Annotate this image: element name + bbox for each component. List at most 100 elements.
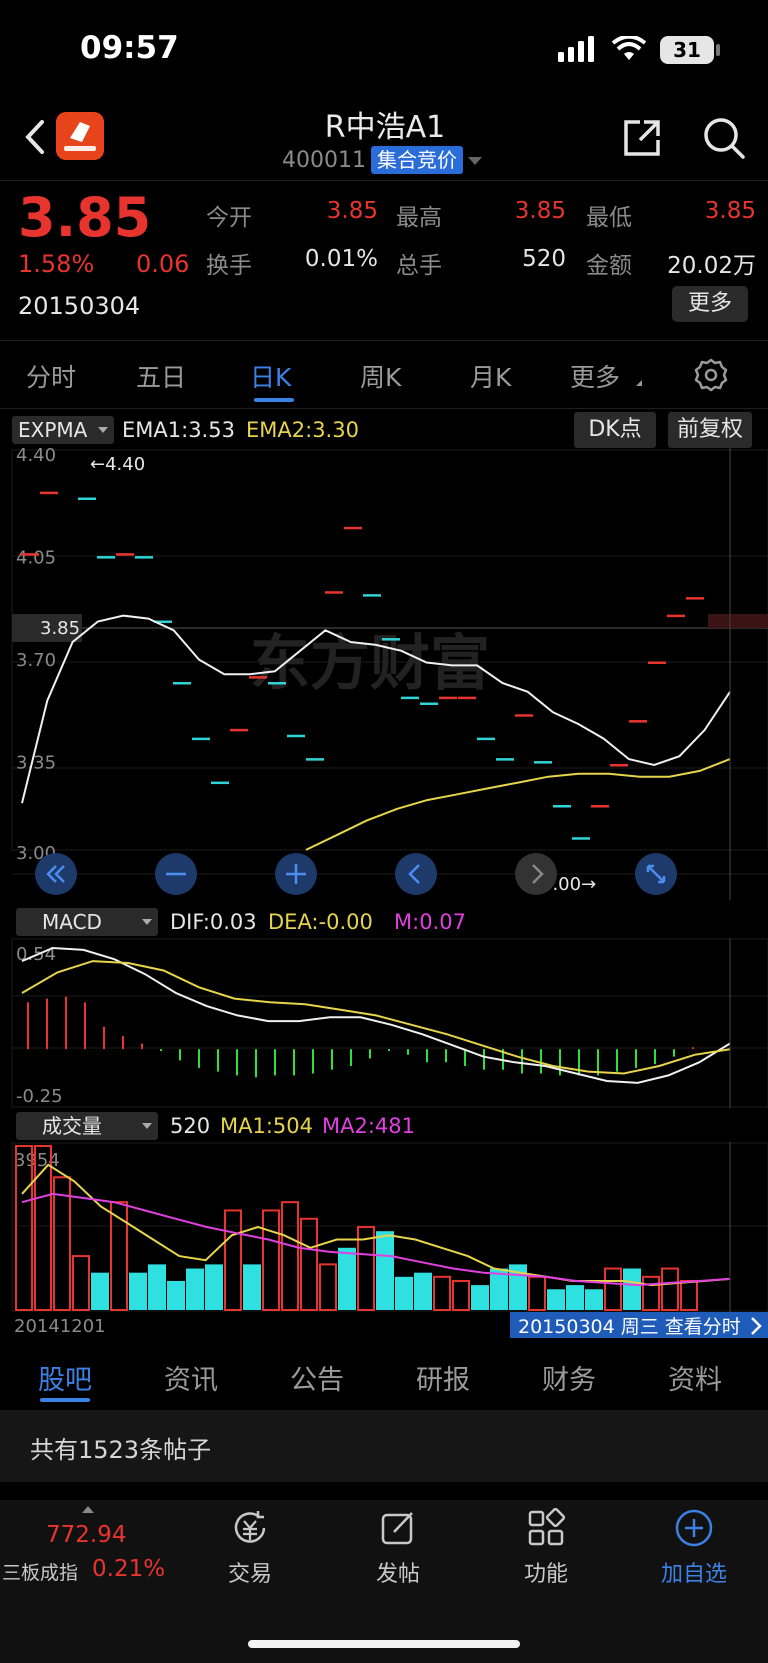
bottom-tab-underline (40, 1398, 90, 1402)
kline-candle (230, 728, 248, 732)
kline-candle (534, 761, 552, 764)
kline-candle (306, 758, 324, 761)
index-value[interactable]: 772.94 (46, 1522, 126, 1548)
quote-divider (0, 340, 768, 341)
tab-research[interactable]: 研报 (416, 1358, 470, 1397)
kline-candle (667, 614, 685, 618)
volume-start-date: 20141201 (14, 1316, 106, 1337)
fast-back-button[interactable] (34, 852, 78, 896)
zoom-in-button[interactable] (274, 852, 318, 896)
compose-icon[interactable] (378, 1508, 418, 1548)
tab-news[interactable]: 资讯 (164, 1358, 218, 1397)
next-button[interactable] (514, 852, 558, 896)
tab-monthly-k[interactable]: 月K (470, 358, 511, 394)
kline-y-label: 3.35 (16, 753, 56, 774)
kline-candle (135, 556, 153, 559)
volume-bar (243, 1264, 261, 1310)
volume-bar (72, 1255, 90, 1311)
expma-selector-caret-icon (98, 427, 108, 433)
quote-label-turnover: 换手 (206, 253, 252, 279)
kline-chart[interactable]: 东方财富 4.404.053.703.353.00 3.85 ←4.40 3.0… (0, 448, 768, 900)
kline-candle (344, 526, 362, 530)
index-up-arrow-icon (82, 1506, 94, 1513)
battery-tip (716, 44, 720, 56)
zoom-out-button[interactable] (154, 852, 198, 896)
ema2-value: EMA2:3.30 (246, 418, 359, 442)
kline-candle (97, 556, 115, 559)
tab-daily-k[interactable]: 日K (250, 358, 291, 394)
volume-bar (623, 1268, 641, 1310)
kline-candle (686, 597, 704, 600)
tab-finance[interactable]: 财务 (542, 1358, 596, 1397)
volume-bar (148, 1264, 166, 1310)
kline-candle (382, 638, 400, 641)
adjust-button[interactable]: 前复权 (668, 412, 752, 448)
tab-five-day[interactable]: 五日 (136, 358, 186, 394)
nav-functions[interactable]: 功能 (496, 1556, 596, 1588)
tab-weekly-k[interactable]: 周K (360, 358, 401, 394)
macd-selector-caret-icon (142, 919, 152, 925)
volume-bar (452, 1279, 470, 1311)
quote-label-low: 最低 (586, 205, 632, 231)
back-arrow-icon[interactable] (18, 112, 58, 162)
vol-ma1-value: MA1:504 (220, 1114, 314, 1138)
volume-bar (167, 1280, 185, 1310)
macd-histogram (27, 996, 694, 1078)
quote-label-open: 今开 (206, 205, 252, 231)
dea-line (21, 960, 731, 1075)
header-divider (0, 180, 768, 181)
kline-candle (420, 702, 438, 705)
volume-bars (15, 1145, 698, 1312)
nav-add-watchlist[interactable]: 加自选 (644, 1556, 744, 1588)
dk-point-button[interactable]: DK点 (574, 412, 656, 448)
kline-candle (572, 837, 590, 840)
volume-bar (129, 1272, 147, 1310)
index-name[interactable]: 三板成指 (2, 1558, 78, 1585)
search-icon[interactable] (700, 114, 748, 162)
tab-announcements[interactable]: 公告 (290, 1358, 344, 1397)
volume-bar (395, 1276, 413, 1310)
volume-bar (319, 1263, 337, 1311)
kline-candle (268, 682, 286, 685)
share-icon[interactable] (618, 114, 666, 162)
nav-trade[interactable]: 交易 (200, 1556, 300, 1588)
status-bar: 09:57 31 (0, 0, 768, 100)
macd-y-bottom: -0.25 (16, 1086, 63, 1107)
volume-bar (661, 1267, 679, 1312)
volume-bar (642, 1275, 660, 1311)
tab-profile[interactable]: 资料 (668, 1358, 722, 1397)
chevron-down-icon[interactable] (468, 157, 482, 165)
tab-divider (0, 408, 768, 409)
prev-button[interactable] (394, 852, 438, 896)
macd-chart[interactable]: 0.54 -0.25 (0, 938, 768, 1108)
index-percent[interactable]: 0.21% (92, 1556, 165, 1582)
gear-icon[interactable] (694, 358, 728, 392)
volume-chart[interactable]: 3954 20141201 20150304 周三 查看分时 (0, 1142, 768, 1338)
view-intraday-label[interactable]: 20150304 周三 查看分时 (518, 1316, 741, 1338)
tab-intraday[interactable]: 分时 (26, 358, 76, 394)
volume-selector[interactable]: 成交量 (16, 1112, 158, 1140)
volume-bar (281, 1201, 299, 1312)
kline-candle (648, 661, 666, 664)
grid-apps-icon[interactable] (526, 1508, 566, 1548)
battery-icon: 31 (660, 36, 714, 64)
expma-selector[interactable]: EXPMA (12, 416, 114, 444)
fullscreen-button[interactable] (634, 852, 678, 896)
volume-bar (91, 1272, 109, 1310)
more-button[interactable]: 更多 (672, 286, 748, 322)
volume-bar (338, 1247, 356, 1310)
home-indicator (248, 1640, 520, 1648)
macd-selector[interactable]: MACD (16, 908, 158, 936)
volume-bar (376, 1231, 394, 1310)
logo-mark-icon (64, 122, 96, 151)
tab-forum[interactable]: 股吧 (38, 1358, 92, 1397)
nav-post[interactable]: 发帖 (348, 1556, 448, 1588)
add-circle-icon[interactable] (674, 1508, 714, 1548)
volume-bar (566, 1285, 584, 1310)
kline-candle (173, 682, 191, 685)
status-time: 09:57 (80, 30, 179, 66)
quote-label-volume: 总手 (396, 253, 442, 279)
tab-more[interactable]: 更多 (570, 358, 620, 394)
trade-icon[interactable] (230, 1508, 270, 1548)
kline-candle (325, 591, 343, 594)
